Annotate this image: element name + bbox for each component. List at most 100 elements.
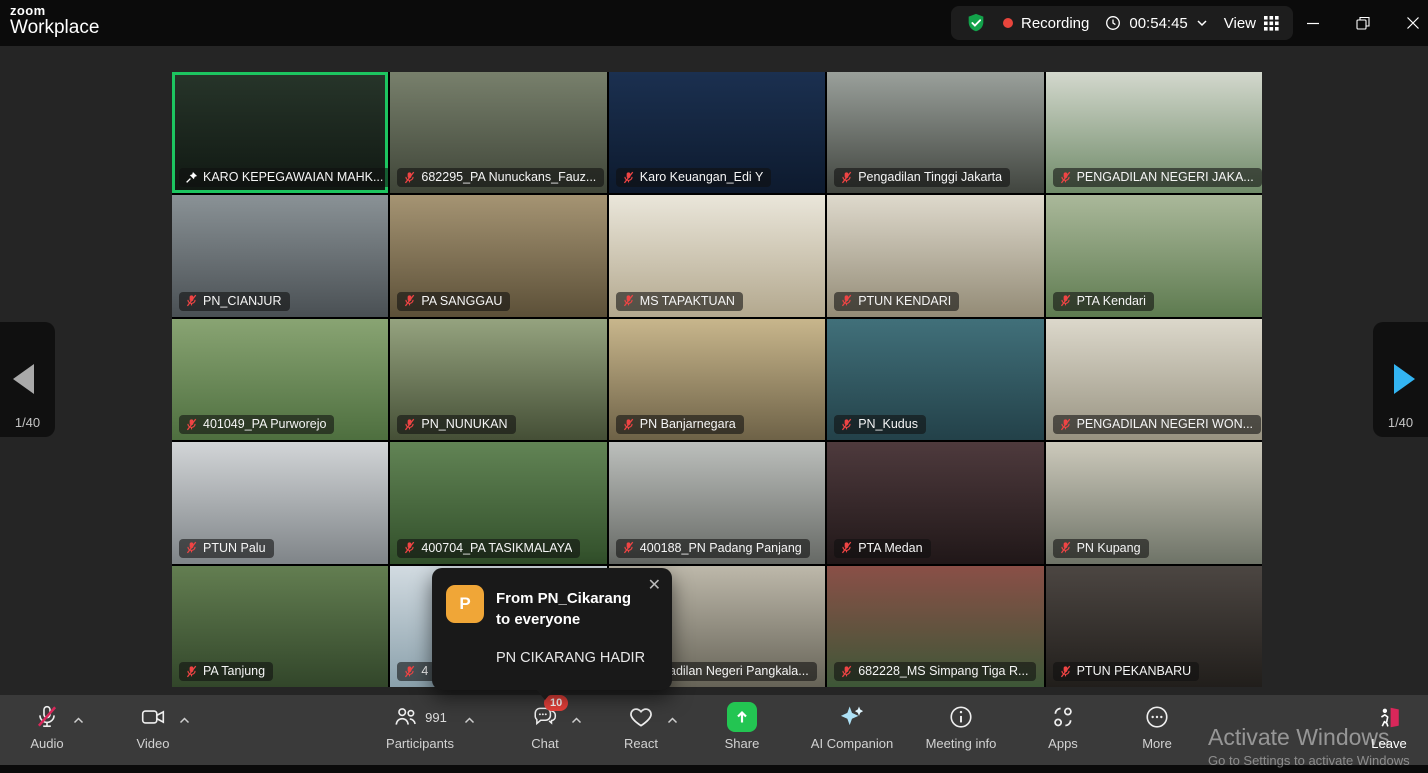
meeting-info-button[interactable]: Meeting info bbox=[911, 701, 1011, 759]
video-label: Video bbox=[108, 736, 198, 751]
participant-name: PN_NUNUKAN bbox=[421, 417, 507, 431]
mic-off-icon bbox=[622, 418, 635, 431]
minimize-button[interactable] bbox=[1290, 0, 1336, 46]
mic-off-icon bbox=[185, 294, 198, 307]
video-tile[interactable]: PN_NUNUKAN bbox=[390, 319, 606, 440]
participant-name-label: 682295_PA Nunuckans_Fauz... bbox=[397, 168, 604, 187]
participant-name: PN Kupang bbox=[1077, 541, 1141, 555]
chat-options-chevron-icon[interactable] bbox=[571, 711, 582, 729]
recording-dot-icon bbox=[1003, 18, 1013, 28]
video-tile[interactable]: PENGADILAN NEGERI WON... bbox=[1046, 319, 1262, 440]
chat-button[interactable]: 10 Chat bbox=[500, 701, 590, 759]
video-tile[interactable]: PTUN PEKANBARU bbox=[1046, 566, 1262, 687]
popup-close-icon[interactable]: ✕ bbox=[648, 575, 661, 595]
recording-indicator[interactable]: Recording bbox=[1003, 15, 1089, 32]
video-tile[interactable]: PN_Kudus bbox=[827, 319, 1043, 440]
video-tile[interactable]: PN Banjarnegara bbox=[609, 319, 825, 440]
participants-options-chevron-icon[interactable] bbox=[464, 711, 475, 729]
heart-react-icon bbox=[628, 704, 654, 730]
mic-off-icon bbox=[185, 541, 198, 554]
video-tile[interactable]: PTA Kendari bbox=[1046, 195, 1262, 316]
page-indicator: 1/40 bbox=[0, 415, 55, 430]
more-label: More bbox=[1112, 736, 1202, 751]
arrow-left-icon bbox=[13, 364, 34, 394]
video-tile[interactable]: 682228_MS Simpang Tiga R... bbox=[827, 566, 1043, 687]
react-options-chevron-icon[interactable] bbox=[667, 711, 678, 729]
participant-name: PA Tanjung bbox=[203, 664, 265, 678]
close-button[interactable] bbox=[1390, 0, 1428, 46]
participant-name: Karo Keuangan_Edi Y bbox=[640, 170, 763, 184]
page-indicator: 1/40 bbox=[1373, 415, 1428, 430]
participant-name: PTUN KENDARI bbox=[858, 294, 951, 308]
participant-name-label: PA SANGGAU bbox=[397, 292, 510, 311]
participant-name-label: PTUN KENDARI bbox=[834, 292, 959, 311]
participant-name-label: 682228_MS Simpang Tiga R... bbox=[834, 662, 1036, 681]
video-tile[interactable]: Karo Keuangan_Edi Y bbox=[609, 72, 825, 193]
video-button[interactable]: Video bbox=[108, 701, 198, 759]
video-tile[interactable]: PN_CIANJUR bbox=[172, 195, 388, 316]
apps-button[interactable]: Apps bbox=[1018, 701, 1108, 759]
video-tile[interactable]: PA SANGGAU bbox=[390, 195, 606, 316]
previous-page-button[interactable]: 1/40 bbox=[0, 322, 55, 437]
video-tile[interactable]: KARO KEPEGAWAIAN MAHK... bbox=[172, 72, 388, 193]
audio-options-chevron-icon[interactable] bbox=[73, 711, 84, 729]
next-page-button[interactable]: 1/40 bbox=[1373, 322, 1428, 437]
mic-off-icon bbox=[1059, 665, 1072, 678]
view-button[interactable]: View bbox=[1224, 15, 1279, 32]
participant-name-label: PN_Kudus bbox=[834, 415, 926, 434]
grid-view-icon bbox=[1264, 16, 1279, 31]
participants-label: Participants bbox=[370, 736, 470, 751]
mic-off-icon bbox=[403, 665, 416, 678]
video-tile[interactable]: PENGADILAN NEGERI JAKA... bbox=[1046, 72, 1262, 193]
ai-companion-label: AI Companion bbox=[797, 736, 907, 751]
video-tile[interactable]: 400188_PN Padang Panjang bbox=[609, 442, 825, 563]
participant-name: 682228_MS Simpang Tiga R... bbox=[858, 664, 1028, 678]
mic-off-icon bbox=[840, 294, 853, 307]
participants-button[interactable]: 991 Participants bbox=[370, 701, 470, 759]
mic-off-icon bbox=[403, 418, 416, 431]
leave-door-icon bbox=[1376, 704, 1402, 730]
video-tile[interactable]: 401049_PA Purworejo bbox=[172, 319, 388, 440]
audio-button[interactable]: Audio bbox=[2, 701, 92, 759]
ai-companion-button[interactable]: AI Companion bbox=[797, 701, 907, 759]
meeting-timer[interactable]: 00:54:45 bbox=[1105, 15, 1207, 32]
mic-muted-icon bbox=[34, 704, 60, 730]
participant-name: PTA Medan bbox=[858, 541, 922, 555]
restore-button[interactable] bbox=[1340, 0, 1386, 46]
participant-name-label: MS TAPAKTUAN bbox=[616, 292, 743, 311]
video-tile[interactable]: MS TAPAKTUAN bbox=[609, 195, 825, 316]
popup-caret bbox=[536, 689, 554, 700]
mic-off-icon bbox=[622, 294, 635, 307]
share-button[interactable]: Share bbox=[697, 701, 787, 759]
participant-name-label: PA Tanjung bbox=[179, 662, 273, 681]
video-tile[interactable]: 400704_PA TASIKMALAYA bbox=[390, 442, 606, 563]
participant-name: PN_Kudus bbox=[858, 417, 918, 431]
chat-notification-popup[interactable]: P From PN_Cikarang to everyone PN CIKARA… bbox=[432, 568, 672, 690]
participant-name: PTA Kendari bbox=[1077, 294, 1146, 308]
participant-name-label: 4 bbox=[397, 662, 436, 681]
video-tile[interactable]: PN Kupang bbox=[1046, 442, 1262, 563]
video-options-chevron-icon[interactable] bbox=[179, 711, 190, 729]
video-tile[interactable]: PTUN Palu bbox=[172, 442, 388, 563]
mic-off-icon bbox=[840, 171, 853, 184]
react-button[interactable]: React bbox=[596, 701, 686, 759]
more-button[interactable]: More bbox=[1112, 701, 1202, 759]
chat-popup-title: From PN_Cikarang to everyone bbox=[496, 588, 648, 630]
window-bottom-edge bbox=[0, 765, 1428, 773]
video-tile[interactable]: Pengadilan Tinggi Jakarta bbox=[827, 72, 1043, 193]
participant-name-label: PN Banjarnegara bbox=[616, 415, 744, 434]
video-tile[interactable]: 682295_PA Nunuckans_Fauz... bbox=[390, 72, 606, 193]
video-tile[interactable]: PTUN KENDARI bbox=[827, 195, 1043, 316]
participant-name-label: PTUN Palu bbox=[179, 539, 274, 558]
security-shield-icon[interactable] bbox=[965, 12, 987, 34]
participant-name-label: PN Kupang bbox=[1053, 539, 1149, 558]
video-tile[interactable]: PTA Medan bbox=[827, 442, 1043, 563]
participant-name-label: Pengadilan Tinggi Jakarta bbox=[834, 168, 1010, 187]
video-tile[interactable]: PA Tanjung bbox=[172, 566, 388, 687]
participant-name: 400188_PN Padang Panjang bbox=[640, 541, 802, 555]
leave-button[interactable]: Leave bbox=[1344, 701, 1428, 759]
participant-name: 4 bbox=[421, 664, 428, 678]
clock-icon bbox=[1105, 15, 1121, 31]
participant-name: PN_CIANJUR bbox=[203, 294, 282, 308]
mic-off-icon bbox=[185, 665, 198, 678]
